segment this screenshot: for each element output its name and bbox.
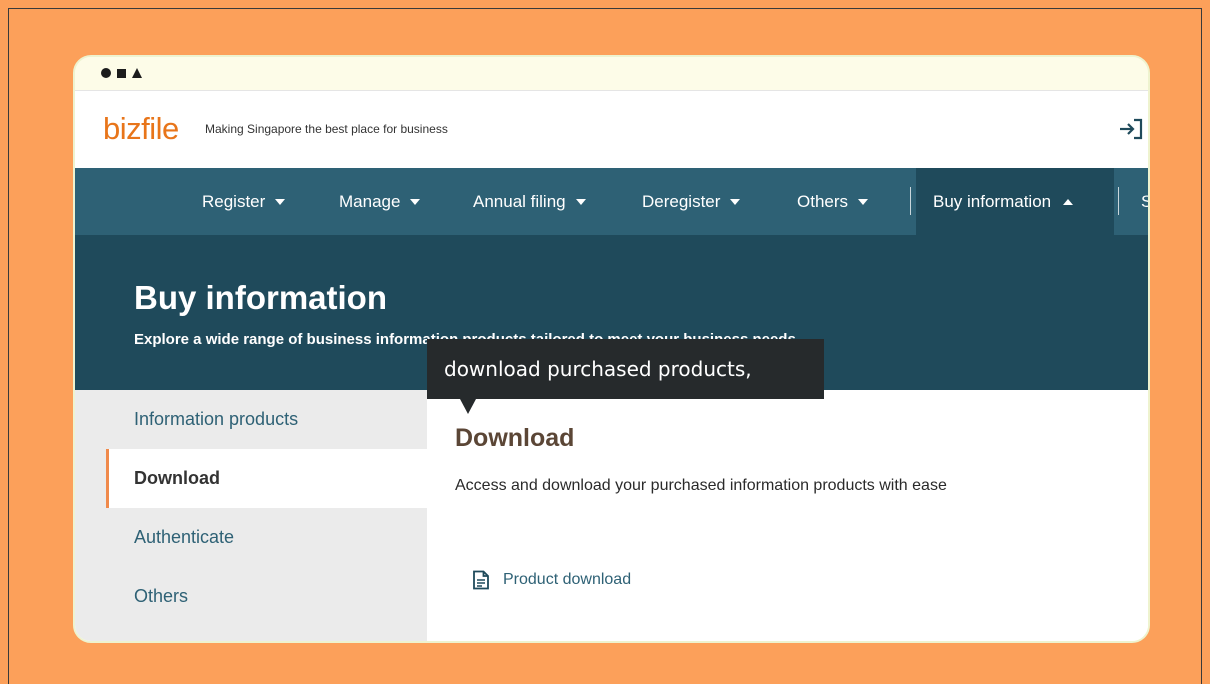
nav-others[interactable]: Others [797,168,869,235]
nav-buy-information[interactable]: Buy information [916,168,1114,235]
nav-divider [1118,187,1119,215]
main-nav: Register Manage Annual filing Deregister… [75,168,1148,235]
caret-down-icon [275,198,286,205]
sidebar-item-others[interactable]: Others [75,567,427,626]
nav-label: Annual filing [473,191,566,211]
caret-down-icon [858,198,869,205]
triangle-icon[interactable] [132,68,142,78]
browser-window: bizfile Making Singapore the best place … [73,55,1150,643]
page-viewport: bizfile Making Singapore the best place … [75,90,1148,641]
product-download-link[interactable]: Product download [471,570,631,590]
login-icon[interactable] [1118,118,1144,140]
caret-up-icon [1063,198,1074,205]
caret-down-icon [410,198,421,205]
sidebar: Information products Download Authentica… [75,390,427,641]
nav-label: Register [202,191,266,211]
sidebar-item-label: Information products [134,409,299,429]
nav-label: Manage [339,191,401,211]
site-tagline: Making Singapore the best place for busi… [205,122,448,136]
nav-annual-filing[interactable]: Annual filing [473,168,586,235]
sidebar-item-authenticate[interactable]: Authenticate [75,508,427,567]
main-content: Download Access and download your purcha… [427,390,1148,641]
caret-down-icon [575,198,586,205]
nav-deregister[interactable]: Deregister [642,168,741,235]
sidebar-item-label: Authenticate [134,527,235,547]
sidebar-item-label: Download [134,468,220,488]
circle-icon[interactable] [101,68,111,78]
site-header: bizfile Making Singapore the best place … [75,90,1148,168]
document-icon [473,570,489,590]
sidebar-item-download[interactable]: Download [106,449,427,508]
nav-more[interactable]: S [1141,168,1148,235]
nav-label: Buy information [933,191,1052,211]
caption-tooltip: download purchased products, [427,339,824,399]
nav-register[interactable]: Register [202,168,286,235]
bizfile-logo[interactable]: bizfile [103,111,179,147]
nav-divider [910,187,911,215]
product-download-label: Product download [503,571,632,588]
tooltip-pointer [460,399,476,414]
section-title: Download [455,424,575,452]
nav-label: S [1141,192,1148,212]
window-controls [101,68,142,78]
sidebar-item-information-products[interactable]: Information products [75,390,427,449]
page-title: Buy information [134,279,387,316]
nav-label: Others [797,191,849,211]
nav-manage[interactable]: Manage [339,168,421,235]
square-icon[interactable] [117,68,126,78]
window-titlebar [75,57,1148,90]
sidebar-item-label: Others [134,586,189,606]
caret-down-icon [730,198,741,205]
nav-label: Deregister [642,191,721,211]
section-description: Access and download your purchased infor… [455,477,947,494]
